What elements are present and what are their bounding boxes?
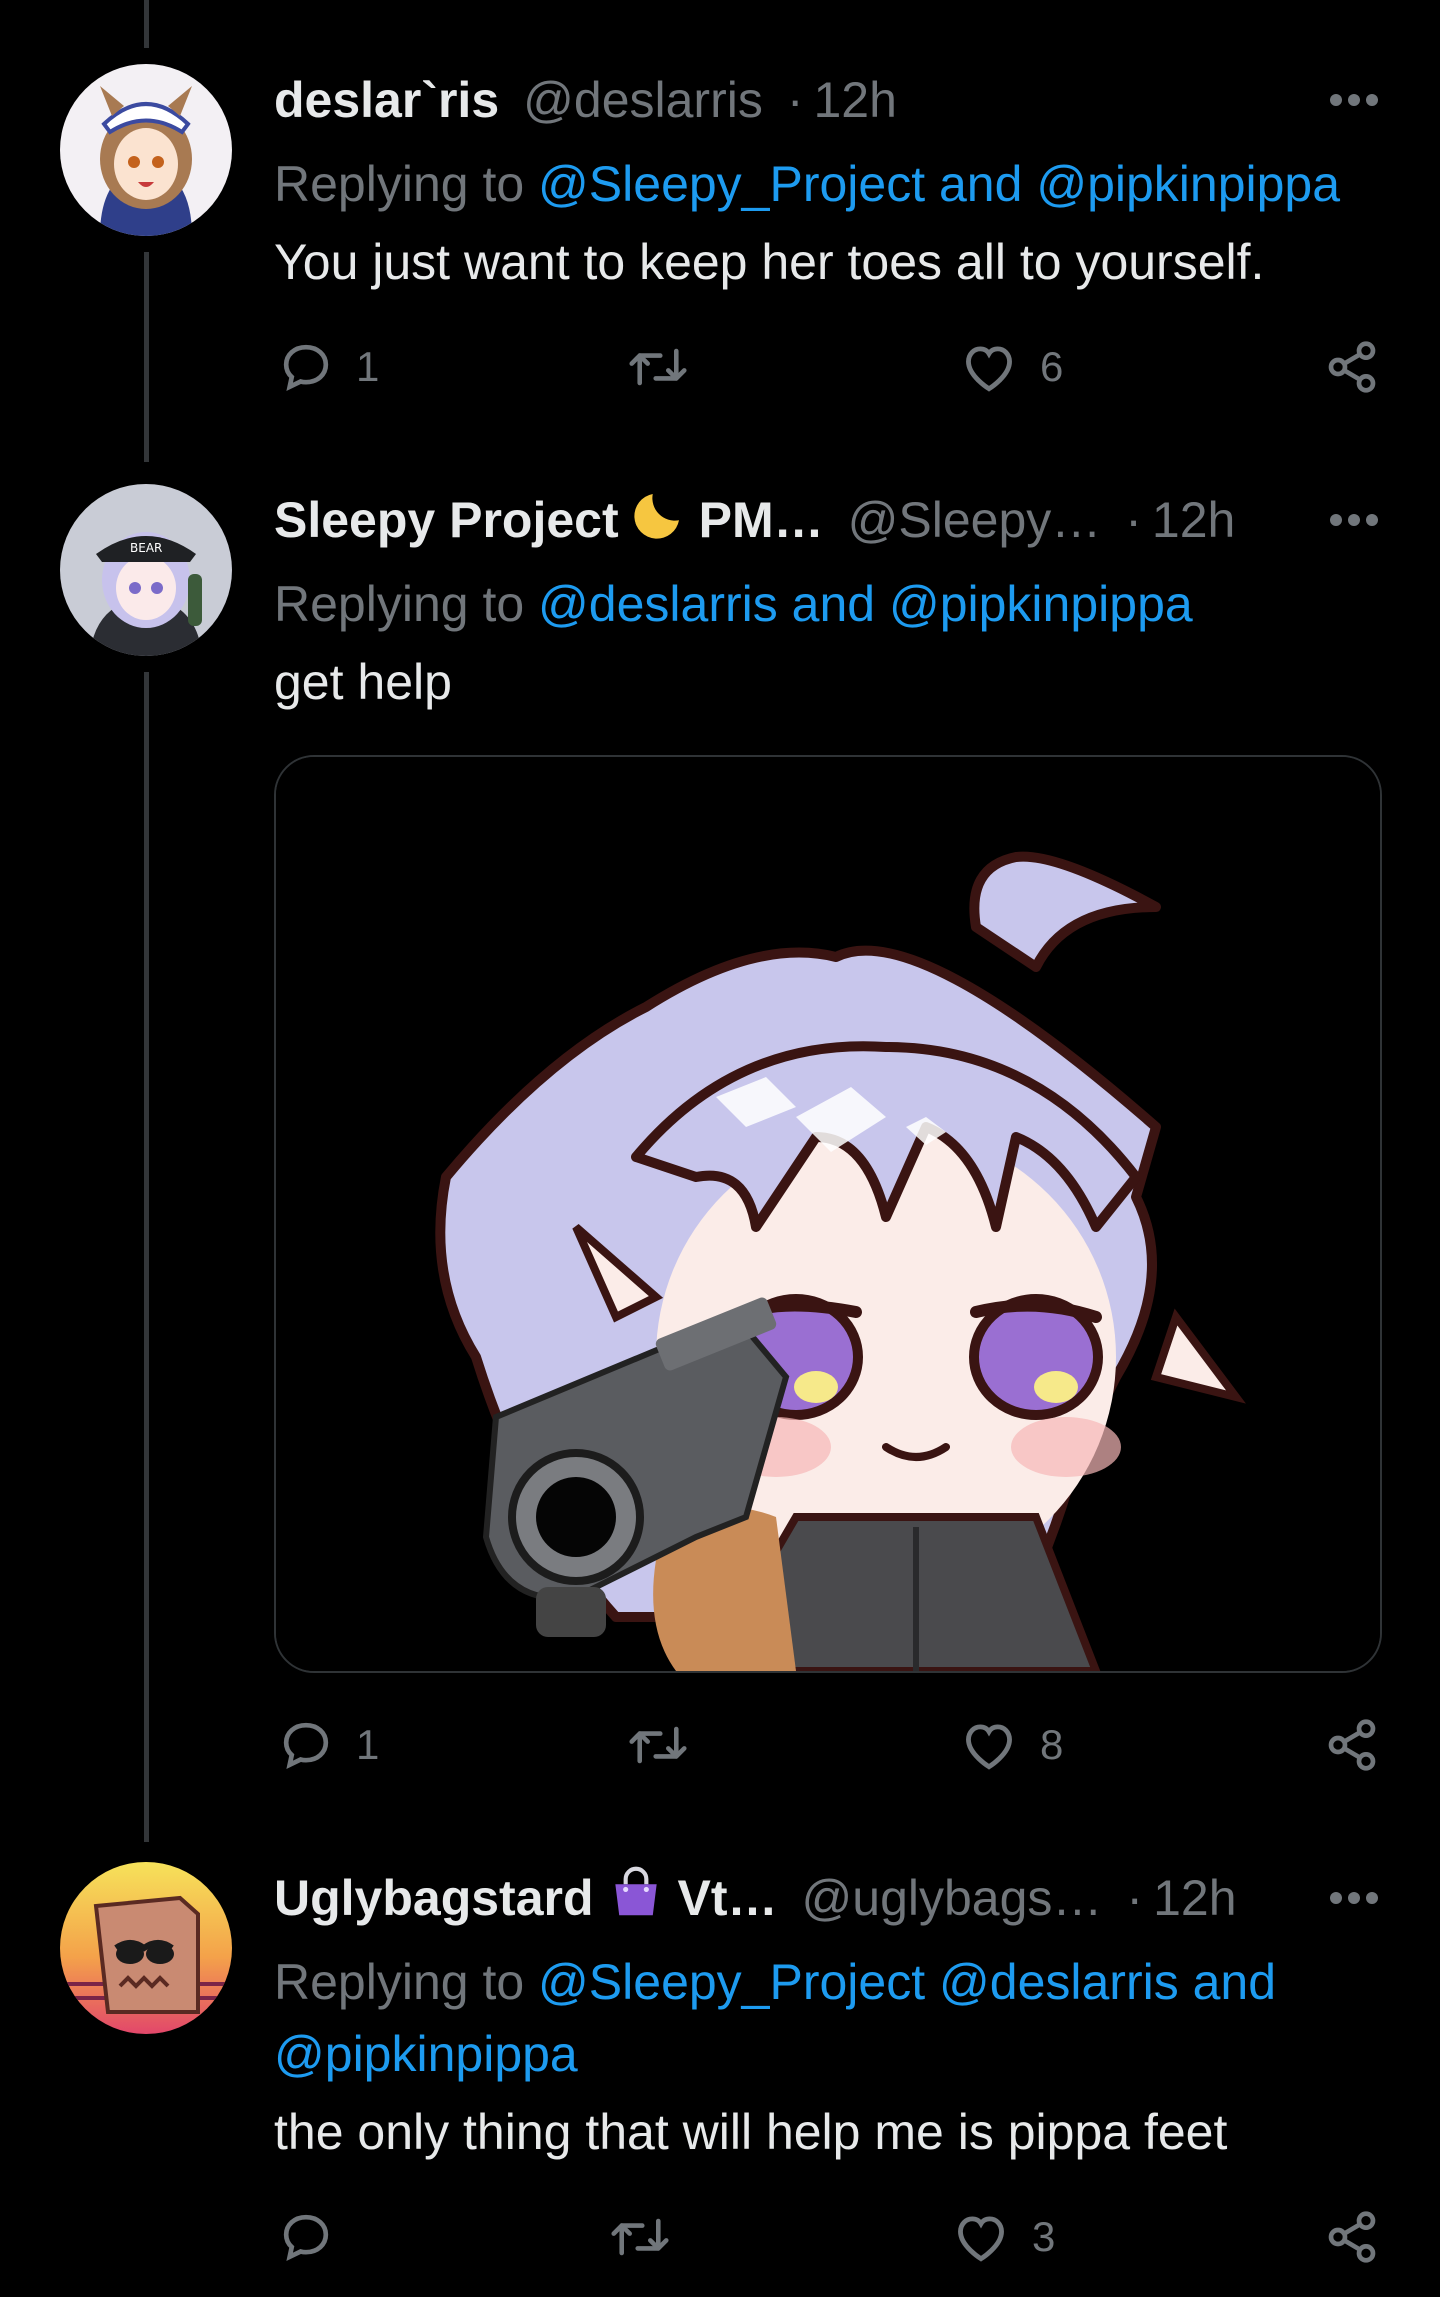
like-button[interactable]: 8	[960, 1709, 1063, 1781]
reply-icon	[283, 1722, 329, 1770]
tweet-actions: 3	[274, 2201, 1380, 2273]
timestamp[interactable]: 12h	[1153, 1869, 1236, 1927]
retweet-icon	[629, 1726, 687, 1764]
share-button[interactable]	[1324, 2201, 1380, 2273]
tweet-text: get help	[274, 654, 452, 710]
heart-icon	[958, 2216, 1004, 2262]
mention-links[interactable]: @Sleepy_Project @deslarris and	[538, 1954, 1276, 2010]
heart-icon	[966, 346, 1012, 392]
more-icon	[1330, 1892, 1378, 1904]
more-options-button[interactable]	[1328, 490, 1380, 550]
tweet[interactable]: deslar`ris @deslarris · 12h Replying to …	[274, 70, 1380, 298]
more-icon	[1330, 514, 1378, 526]
user-handle[interactable]: @Sleepy…	[848, 491, 1102, 549]
reply-icon	[283, 344, 329, 392]
display-name[interactable]: Uglybagstard	[274, 1869, 594, 1927]
tweet-actions: 1 6	[274, 331, 1380, 403]
thread-line	[144, 672, 149, 1842]
tweet-actions: 1 8	[274, 1709, 1380, 1781]
mention-links[interactable]: @Sleepy_Project and @pipkinpippa	[538, 156, 1340, 212]
replying-to: Replying to @Sleepy_Project and @pipkinp…	[274, 148, 1380, 220]
purse-icon	[604, 1861, 668, 1935]
retweet-button[interactable]	[626, 331, 690, 403]
reply-icon	[283, 2214, 329, 2262]
replying-to: Replying to @deslarris and @pipkinpippa	[274, 568, 1380, 640]
avatar[interactable]	[60, 1862, 232, 2034]
tweet[interactable]: Uglybagstard Vt… @uglybags… · 12h Replyi…	[274, 1866, 1380, 2168]
like-button[interactable]: 3	[952, 2201, 1055, 2273]
tweet-media-image[interactable]	[274, 755, 1382, 1673]
share-icon	[1328, 341, 1376, 393]
avatar[interactable]	[60, 64, 232, 236]
reply-button[interactable]: 1	[278, 331, 379, 403]
tweet[interactable]: Sleepy Project PM… @Sleepy… · 12h Replyi…	[274, 490, 1380, 718]
reply-button[interactable]	[278, 2201, 356, 2273]
share-icon	[1328, 2211, 1376, 2263]
more-icon	[1330, 94, 1378, 106]
reply-count: 1	[356, 343, 380, 390]
replying-to-label: Replying to	[274, 156, 539, 212]
user-handle[interactable]: @deslarris	[523, 71, 763, 129]
svg-text:BEAR: BEAR	[130, 541, 162, 555]
like-count: 3	[1032, 2213, 1056, 2260]
thread-line	[144, 252, 149, 462]
replying-to: Replying to @Sleepy_Project @deslarris a…	[274, 1946, 1380, 2090]
retweet-button[interactable]	[608, 2201, 672, 2273]
replying-to-label: Replying to	[274, 1954, 539, 2010]
mention-links[interactable]: @deslarris and @pipkinpippa	[538, 576, 1193, 632]
timestamp[interactable]: 12h	[813, 71, 896, 129]
separator-dot: ·	[1125, 492, 1142, 548]
heart-icon	[966, 1724, 1012, 1770]
more-options-button[interactable]	[1328, 70, 1380, 130]
mention-link-pipkinpippa[interactable]: @pipkinpippa	[274, 2026, 578, 2082]
replying-to-label: Replying to	[274, 576, 539, 632]
thread-line	[144, 0, 149, 48]
display-name[interactable]: Sleepy Project	[274, 491, 619, 549]
avatar[interactable]: BEAR	[60, 484, 232, 656]
display-name[interactable]: deslar`ris	[274, 71, 499, 129]
reply-button[interactable]: 1	[278, 1709, 379, 1781]
tweet-text: the only thing that will help me is pipp…	[274, 2104, 1228, 2160]
share-button[interactable]	[1324, 331, 1380, 403]
tweet-header: Uglybagstard Vt… @uglybags… · 12h	[274, 1866, 1380, 1928]
tweet-text: You just want to keep her toes all to yo…	[274, 234, 1265, 290]
like-button[interactable]: 6	[960, 331, 1063, 403]
timestamp[interactable]: 12h	[1152, 491, 1235, 549]
tweet-header: Sleepy Project PM… @Sleepy… · 12h	[274, 490, 1380, 550]
separator-dot: ·	[786, 72, 804, 128]
display-name-suffix[interactable]: PM…	[699, 491, 824, 549]
retweet-button[interactable]	[626, 1709, 690, 1781]
reply-count: 1	[356, 1721, 380, 1768]
user-handle[interactable]: @uglybags…	[802, 1869, 1103, 1927]
retweet-icon	[629, 348, 687, 386]
separator-dot: ·	[1126, 1870, 1144, 1926]
display-name-suffix[interactable]: Vt…	[678, 1869, 778, 1927]
crescent-moon-icon	[629, 484, 689, 556]
more-options-button[interactable]	[1328, 1868, 1380, 1928]
retweet-icon	[611, 2218, 669, 2256]
share-icon	[1328, 1719, 1376, 1771]
like-count: 6	[1040, 343, 1064, 390]
share-button[interactable]	[1324, 1709, 1380, 1781]
tweet-header: deslar`ris @deslarris · 12h	[274, 70, 1380, 130]
like-count: 8	[1040, 1721, 1064, 1768]
